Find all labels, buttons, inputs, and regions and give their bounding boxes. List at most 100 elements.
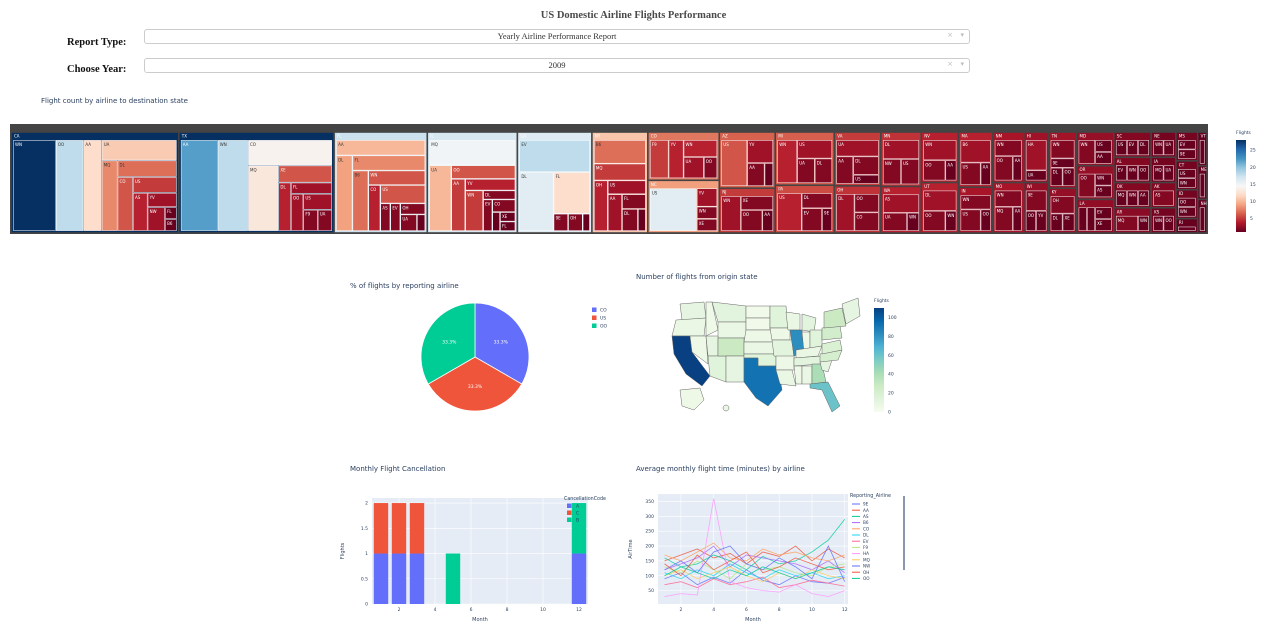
line-ytick-label: 300 (645, 514, 654, 520)
treemap-colorbar-title: Flights (1236, 130, 1252, 136)
line-xlabel: Month (745, 617, 761, 622)
treemap-airline-label: DL (1053, 216, 1059, 221)
treemap-state-WI: WI 9E OO YV (1023, 182, 1049, 233)
treemap-airline-tile (721, 140, 748, 186)
treemap-state-NC: NC US YV WN XE (648, 180, 720, 233)
treemap-airline-label: DL (838, 196, 844, 201)
treemap-airline-label: US (1097, 142, 1103, 147)
treemap-airline-label: MQ (1118, 218, 1125, 223)
treemap-airline-label: MQ (1118, 193, 1125, 198)
treemap-colorbar (1236, 140, 1246, 232)
treemap-airline-label: OO (925, 213, 931, 218)
treemap-state-label: TX (181, 134, 187, 139)
treemap-state-label: AZ (722, 134, 728, 139)
treemap-state-MD: MD WN US AA (1076, 132, 1114, 166)
line-ytick-label: 350 (645, 499, 654, 505)
treemap-state-label: PA (778, 187, 783, 192)
treemap-airline-label: CO (370, 187, 376, 192)
pie-chart[interactable]: 33.3% CO 33.3% US 33.3% OO (400, 295, 630, 435)
treemap-airline-label: WN (1081, 142, 1088, 147)
year-dropdown[interactable]: 2009 × ▾ (144, 58, 970, 73)
bar-chart[interactable]: 0 0.5 1 1.5 2 2 4 6 8 10 12 Month Flights Cancellatio… (336, 488, 626, 622)
treemap-state-label: NE (1154, 134, 1160, 139)
map-state-MN (769, 305, 789, 329)
treemap-state-VT: VT (1197, 132, 1207, 166)
treemap-state-FL: FL AA DL FL B6 WN CO US AS EV OH UA (334, 132, 428, 233)
treemap-airline-label: DL (521, 174, 527, 179)
treemap-chart[interactable]: CAWN OO AA UAMQ DLCO USAS YVNW FLB6TXAA WN COMQ XE… (0, 118, 1267, 238)
chevron-down-icon[interactable]: ▾ (960, 60, 964, 68)
line-legend-label: OO (863, 576, 870, 581)
treemap-airline-label: XE (502, 214, 508, 219)
line-legend-label: EV (863, 539, 869, 544)
treemap-airline-label: WN (1155, 218, 1162, 223)
treemap-state-AZ: AZ US YV AA (719, 132, 775, 188)
line-legend-label: AS (863, 514, 869, 519)
treemap-state-IL: ILMQUA OOAA YVWN DLEV COXEFL (427, 132, 518, 233)
treemap-airline-label: OH (596, 182, 602, 187)
treemap-airline-label: YV (670, 142, 676, 147)
map-state-FL (809, 381, 841, 413)
treemap-colorbar-tick: 25 (1250, 148, 1256, 154)
treemap-airline-tile (56, 140, 84, 231)
map-state-NM (725, 355, 745, 383)
treemap-state-label: CT (1179, 162, 1185, 167)
treemap-airline-label: EV (521, 142, 527, 147)
treemap-airline-label: UA (104, 142, 110, 147)
treemap-airline-tile (352, 155, 426, 171)
treemap-airline-label: US (903, 161, 909, 166)
treemap-airline-label: XE (280, 167, 286, 172)
clear-icon[interactable]: × (947, 31, 953, 39)
choropleth-map[interactable]: Flights 100 80 60 40 20 0 (660, 290, 900, 420)
bar-xtick-label: 6 (470, 607, 473, 613)
map-state-MI (801, 313, 817, 333)
treemap-airline-label: WN (1180, 209, 1187, 214)
treemap-airline-label: AA (838, 158, 844, 163)
clear-icon[interactable]: × (947, 60, 953, 68)
treemap-airline-label: HA (1028, 142, 1034, 147)
bar-legend-title: CancellationCode (564, 496, 606, 502)
treemap-airline-tile (83, 140, 102, 231)
line-chart[interactable]: 50 100 150 200 250 300 350 2 4 6 8 10 12 Month AirTime… (622, 488, 922, 622)
treemap-airline-label: CO (120, 179, 126, 184)
treemap-airline-label: FL (556, 174, 561, 179)
treemap-airline-tile (451, 165, 516, 179)
chevron-down-icon[interactable]: ▾ (960, 31, 964, 39)
treemap-airline-tile (180, 140, 218, 231)
report-type-value: Yearly Airline Performance Report (497, 31, 617, 41)
treemap-airline-tile (248, 165, 279, 231)
treemap-state-label: WA (884, 188, 891, 193)
line-legend-label: F9 (863, 545, 868, 550)
treemap-state-MA: MA B6 US AA (958, 132, 993, 187)
treemap-airline-label: FL (624, 196, 629, 201)
treemap-airline-label: AS (1097, 188, 1103, 193)
treemap-airline-label: MQ (997, 209, 1004, 214)
line-legend-scrollbar (903, 496, 905, 570)
treemap-airline-label: WN (467, 192, 474, 197)
report-type-dropdown[interactable]: Yearly Airline Performance Report × ▾ (144, 29, 970, 44)
treemap-airline-label: WN (779, 142, 786, 147)
treemap-airline-label: NW (885, 161, 892, 166)
pie-slice-label: 33.3% (468, 384, 483, 390)
map-state-OH (809, 329, 823, 349)
treemap-airline-label: OO (58, 142, 64, 147)
map-state-NY (823, 307, 847, 329)
treemap-state-label: NY (595, 134, 601, 139)
treemap-airline-label: CO (494, 201, 500, 206)
treemap-colorbar-tick: 5 (1250, 216, 1253, 222)
treemap-airline-label: US (652, 190, 658, 195)
treemap-airline-tile (519, 140, 590, 172)
treemap-airline-label: FL (502, 224, 507, 229)
treemap-airline-label: AA (1097, 154, 1103, 159)
treemap-airline-label: AA (338, 142, 344, 147)
bar-B-month-5 (445, 553, 461, 604)
treemap-state-TX: TX AA WN CO MQ XE DL FL OO US F9 UA (178, 132, 334, 233)
treemap-airline-label: YV (149, 195, 155, 200)
treemap-state-OH: OH DL OO CO (834, 186, 881, 233)
treemap-airline-label: AA (453, 181, 459, 186)
treemap-state-label: UT (924, 184, 930, 189)
map-state-HI (722, 404, 730, 412)
report-type-label: Report Type: (67, 37, 127, 48)
treemap-airline-label: OH (1053, 198, 1059, 203)
treemap-state-WA: WA AS UA WN (881, 186, 922, 233)
